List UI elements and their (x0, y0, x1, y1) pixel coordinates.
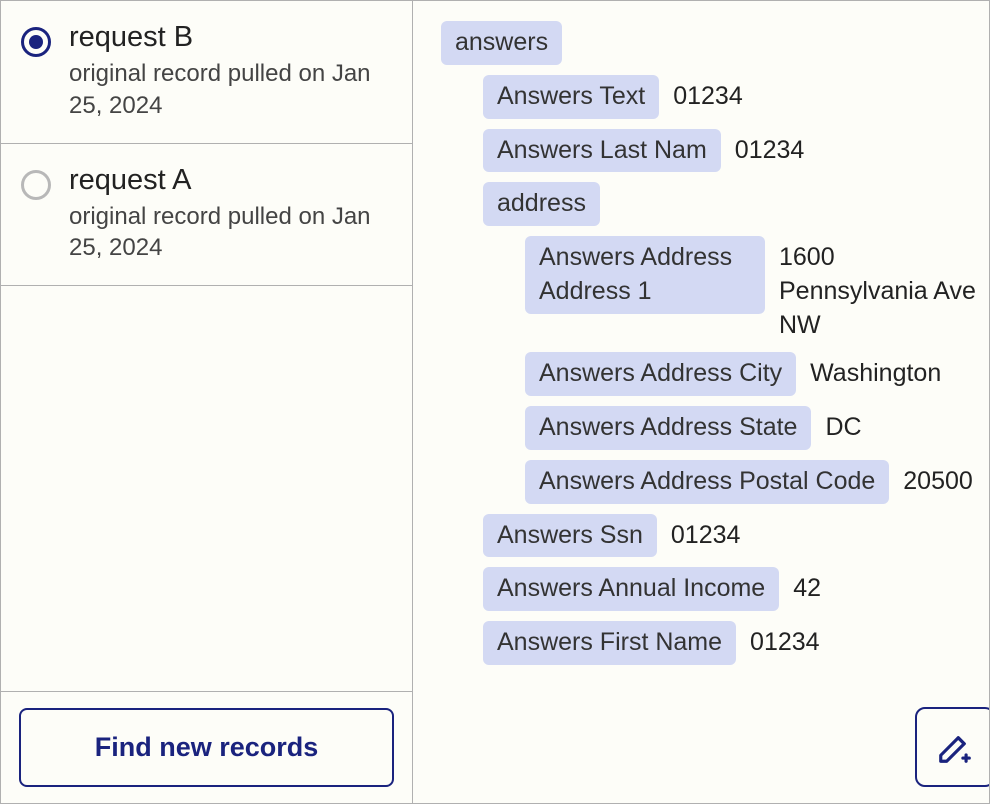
row-ssn: Answers Ssn 01234 (483, 514, 989, 558)
value-address1: 1600 Pennsylvania Ave NW (779, 236, 979, 342)
tag-address[interactable]: address (483, 182, 600, 226)
node-address: address Answers Address Address 1 1600 P… (483, 182, 989, 503)
tag-answers-last-nam[interactable]: Answers Last Nam (483, 129, 721, 173)
value-city: Washington (810, 352, 941, 391)
tag-answers-text[interactable]: Answers Text (483, 75, 659, 119)
request-item-a[interactable]: request A original record pulled on Jan … (1, 144, 412, 287)
row-first-name: Answers First Name 01234 (483, 621, 989, 665)
value-state: DC (825, 406, 861, 445)
value-first-name: 01234 (750, 621, 820, 660)
tag-address1[interactable]: Answers Address Address 1 (525, 236, 765, 314)
tag-answers[interactable]: answers (441, 21, 562, 65)
value-income: 42 (793, 567, 821, 606)
request-subtitle: original record pulled on Jan 25, 2024 (69, 58, 392, 120)
row-answers-text: Answers Text 01234 (483, 75, 989, 119)
tree-children: Answers Text 01234 Answers Last Nam 0123… (483, 75, 989, 665)
request-subtitle: original record pulled on Jan 25, 2024 (69, 201, 392, 263)
value-answers-last-nam: 01234 (735, 129, 805, 168)
row-postal: Answers Address Postal Code 20500 (525, 460, 989, 504)
value-answers-text: 01234 (673, 75, 743, 114)
row-answers-last-nam: Answers Last Nam 01234 (483, 129, 989, 173)
request-item-b[interactable]: request B original record pulled on Jan … (1, 1, 412, 144)
tag-postal[interactable]: Answers Address Postal Code (525, 460, 889, 504)
find-new-records-button[interactable]: Find new records (19, 708, 394, 787)
tag-city[interactable]: Answers Address City (525, 352, 796, 396)
row-address1: Answers Address Address 1 1600 Pennsylva… (525, 236, 989, 342)
tree-root: answers Answers Text 01234 Answers Last … (441, 21, 989, 665)
sidebar-spacer (1, 286, 412, 692)
request-text: request A original record pulled on Jan … (69, 164, 392, 264)
radio-selected-icon[interactable] (21, 27, 51, 57)
edit-button[interactable] (915, 707, 989, 787)
app-container: request B original record pulled on Jan … (0, 0, 990, 804)
tag-ssn[interactable]: Answers Ssn (483, 514, 657, 558)
value-ssn: 01234 (671, 514, 741, 553)
pencil-plus-icon (936, 728, 974, 766)
row-city: Answers Address City Washington (525, 352, 989, 396)
sidebar-footer: Find new records (1, 692, 412, 803)
radio-unselected-icon[interactable] (21, 170, 51, 200)
row-state: Answers Address State DC (525, 406, 989, 450)
row-income: Answers Annual Income 42 (483, 567, 989, 611)
request-title: request B (69, 21, 392, 54)
sidebar: request B original record pulled on Jan … (1, 1, 413, 803)
tag-first-name[interactable]: Answers First Name (483, 621, 736, 665)
value-postal: 20500 (903, 460, 973, 499)
main-panel: answers Answers Text 01234 Answers Last … (413, 1, 989, 803)
tag-income[interactable]: Answers Annual Income (483, 567, 779, 611)
address-children: Answers Address Address 1 1600 Pennsylva… (525, 236, 989, 504)
request-title: request A (69, 164, 392, 197)
tag-state[interactable]: Answers Address State (525, 406, 811, 450)
request-text: request B original record pulled on Jan … (69, 21, 392, 121)
